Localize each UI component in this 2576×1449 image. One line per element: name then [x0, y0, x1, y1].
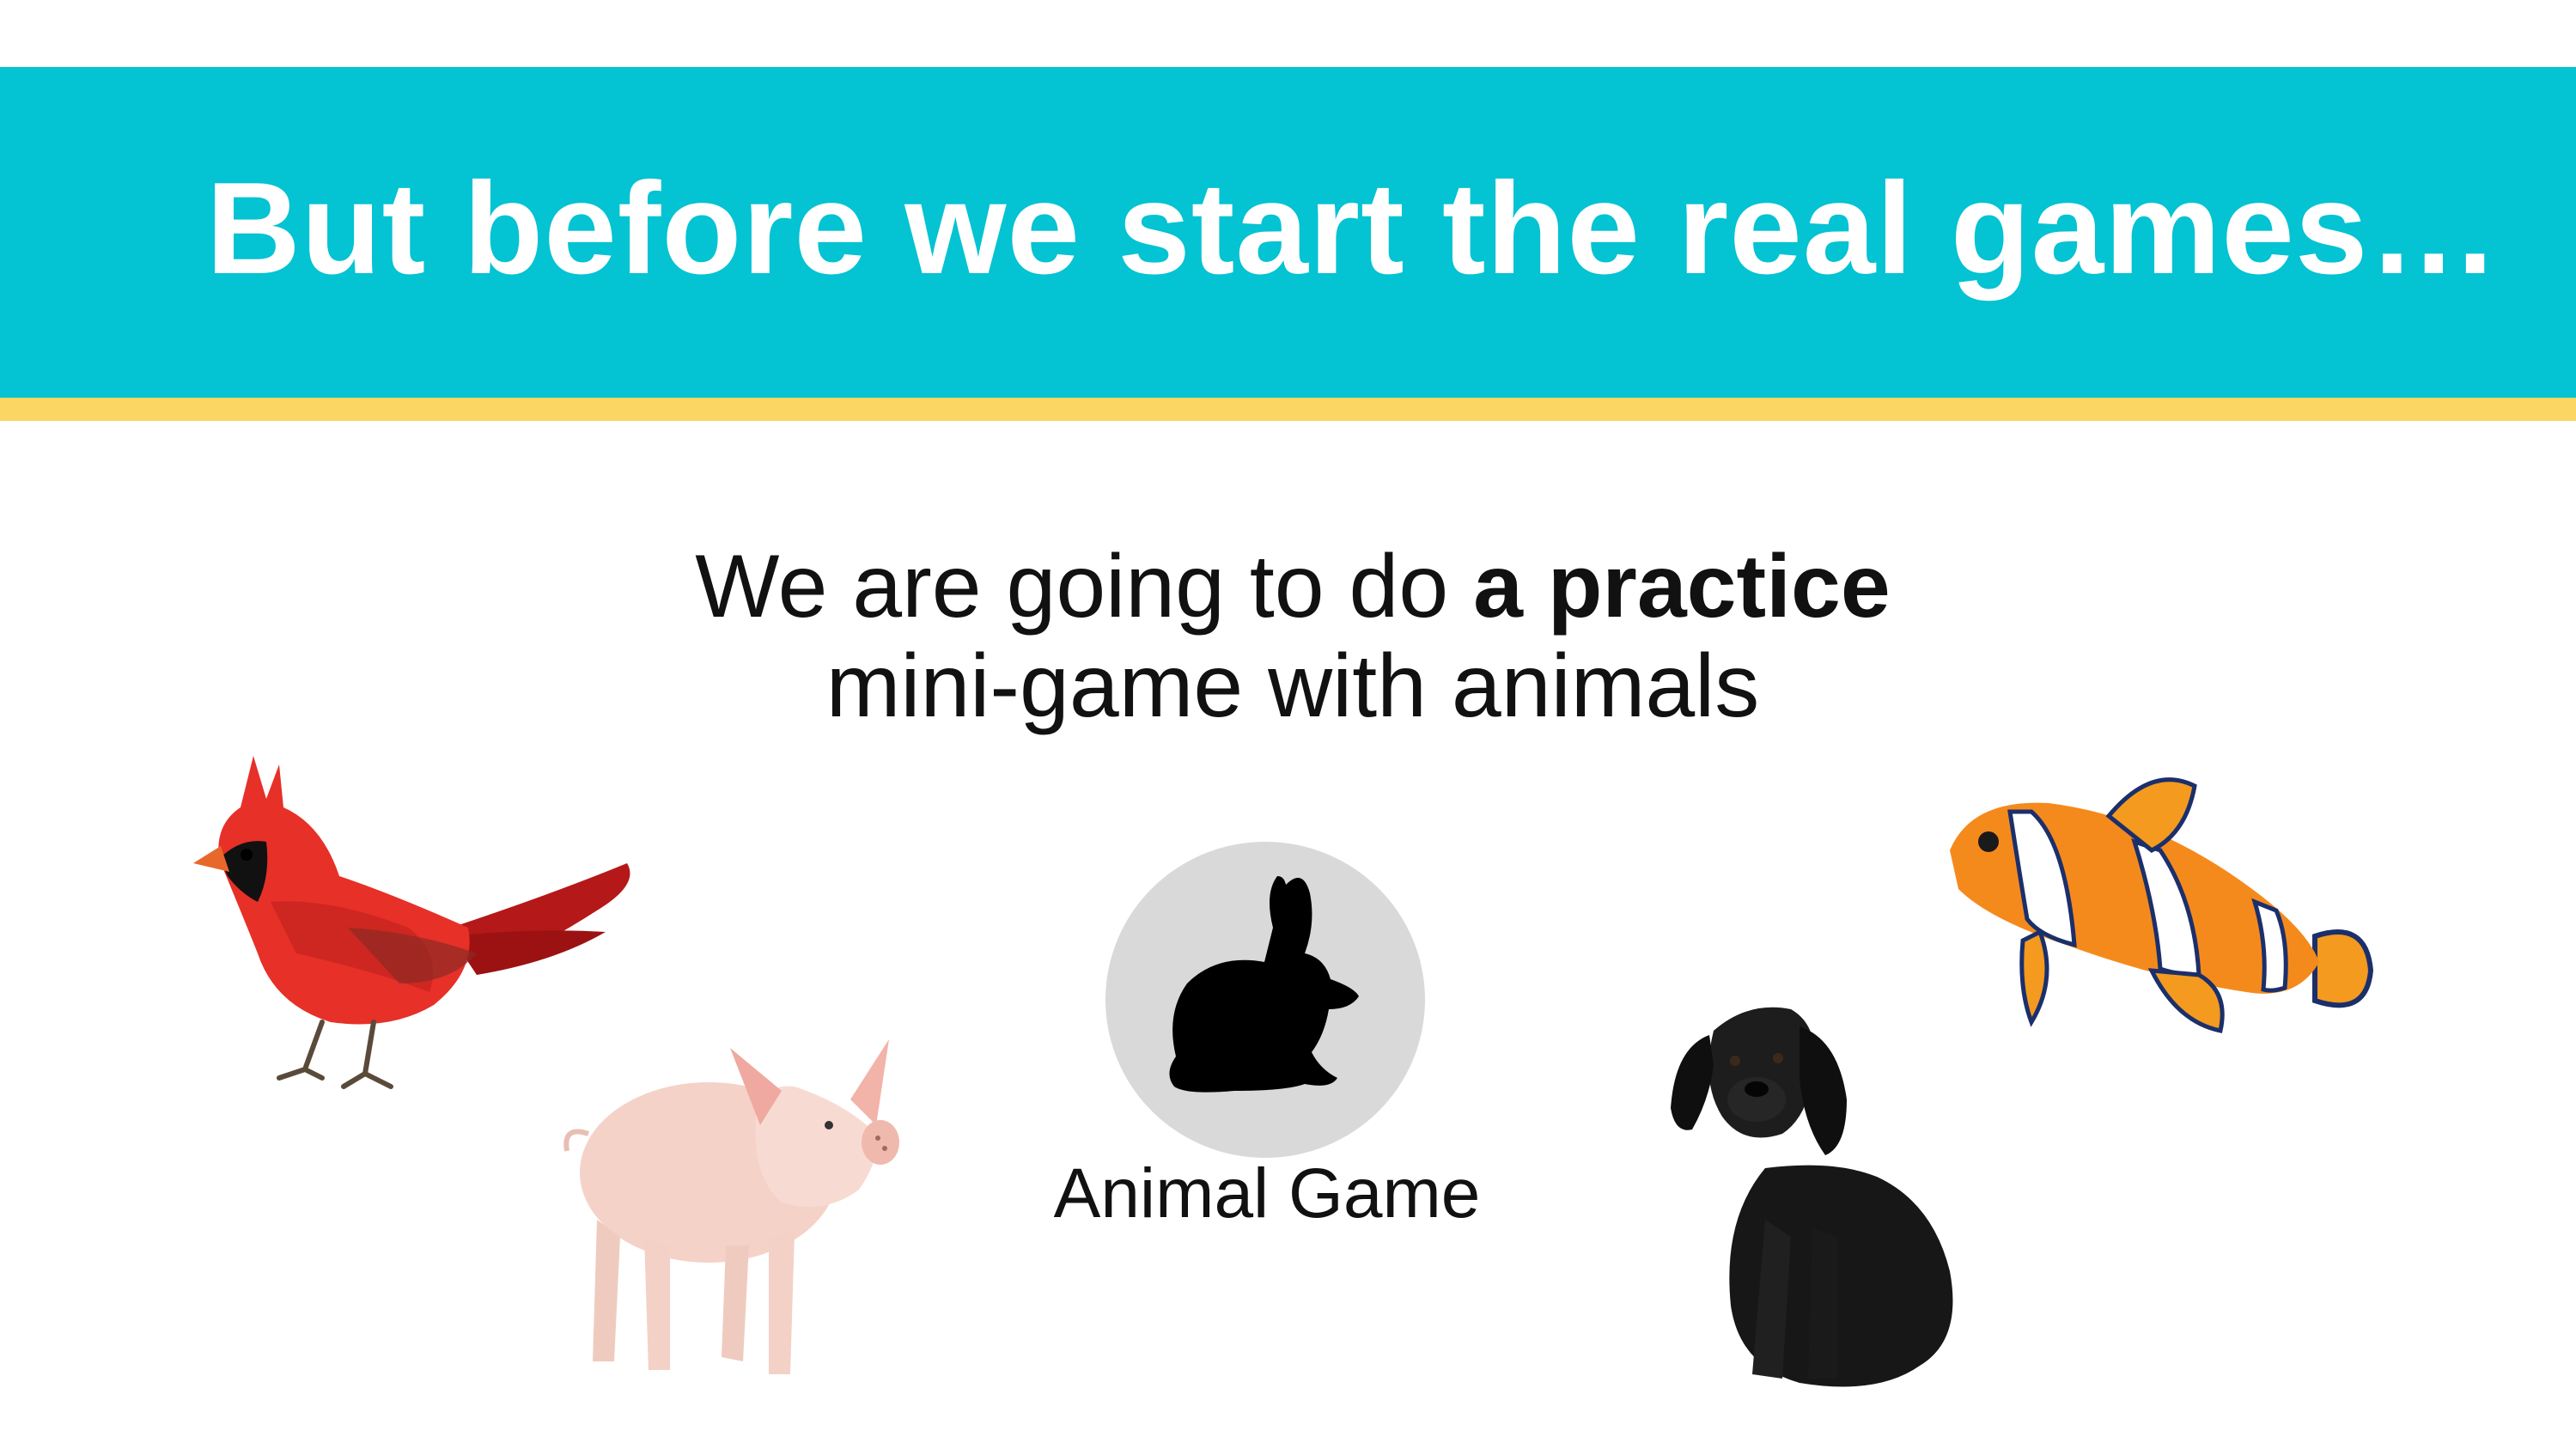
animal-game-button[interactable]: Animal Game — [1054, 842, 1480, 1237]
subtitle-line-2: mini-game with animals — [825, 636, 1760, 736]
game-icon-circle[interactable] — [1105, 842, 1425, 1158]
rabbit-silhouette-icon — [1169, 876, 1359, 1093]
animal-game-label[interactable]: Animal Game — [1009, 1154, 1525, 1234]
slide-subtitle: We are going to do a practice mini-game … — [0, 537, 2576, 736]
subtitle-line-1: We are going to do a practice — [0, 537, 2576, 636]
subtitle-bold: a practice — [1473, 537, 1891, 636]
banner-stripe — [0, 398, 2576, 421]
pig-image — [563, 1039, 899, 1374]
dog-image — [1671, 1007, 1953, 1387]
slide-title: But before we start the real games… — [206, 155, 2500, 301]
subtitle-plain: We are going to do — [695, 537, 1474, 636]
clownfish-image — [1950, 777, 2374, 1033]
